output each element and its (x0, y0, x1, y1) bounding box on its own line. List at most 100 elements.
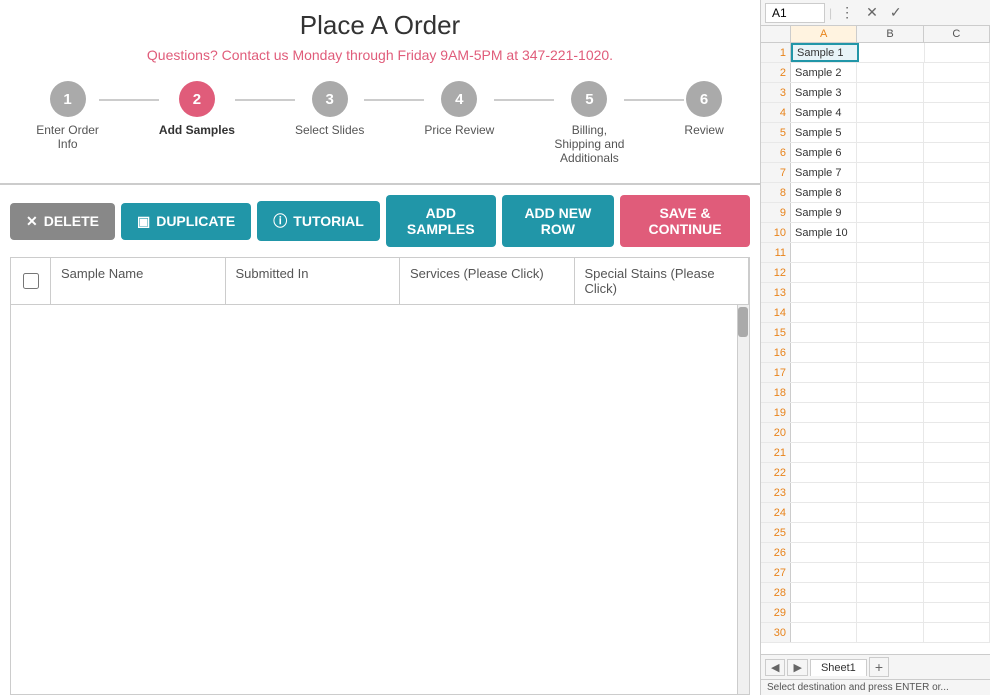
ss-cell-a[interactable]: Sample 8 (791, 183, 857, 202)
add-new-row-button[interactable]: ADD NEW ROW (502, 195, 614, 247)
ss-cell-b[interactable] (857, 563, 923, 582)
ss-cell-c[interactable] (924, 323, 990, 342)
save-continue-button[interactable]: SAVE & CONTINUE (620, 195, 750, 247)
ss-cell-b[interactable] (857, 343, 923, 362)
ss-cell-a[interactable] (791, 523, 857, 542)
tutorial-button[interactable]: ⓘ TUTORIAL (257, 201, 380, 241)
ss-cell-a[interactable]: Sample 3 (791, 83, 857, 102)
ss-cell-c[interactable] (924, 563, 990, 582)
ss-cell-c[interactable] (924, 123, 990, 142)
ss-cell-b[interactable] (857, 303, 923, 322)
ss-cell-b[interactable] (857, 603, 923, 622)
ss-cell-c[interactable] (924, 223, 990, 242)
ss-cell-a[interactable] (791, 383, 857, 402)
ss-cell-b[interactable] (859, 43, 924, 62)
col-header-b[interactable]: B (857, 26, 923, 42)
ss-cell-c[interactable] (924, 583, 990, 602)
ss-cell-a[interactable] (791, 563, 857, 582)
ss-cell-c[interactable] (924, 383, 990, 402)
ss-cell-c[interactable] (924, 183, 990, 202)
ss-cell-b[interactable] (857, 103, 923, 122)
col-header-a[interactable]: A (791, 26, 857, 42)
ss-cell-a[interactable]: Sample 10 (791, 223, 857, 242)
ss-cell-c[interactable] (924, 543, 990, 562)
ss-cell-b[interactable] (857, 163, 923, 182)
ss-cell-c[interactable] (924, 603, 990, 622)
ss-cell-a[interactable] (791, 323, 857, 342)
ss-cell-c[interactable] (924, 623, 990, 642)
ss-cell-a[interactable] (791, 363, 857, 382)
ss-cell-b[interactable] (857, 543, 923, 562)
ss-cell-b[interactable] (857, 83, 923, 102)
checkbox-header[interactable] (11, 258, 51, 304)
ss-cell-a[interactable]: Sample 6 (791, 143, 857, 162)
ss-cell-c[interactable] (924, 163, 990, 182)
ss-cell-b[interactable] (857, 423, 923, 442)
ss-cell-b[interactable] (857, 243, 923, 262)
ss-cell-a[interactable]: Sample 9 (791, 203, 857, 222)
ss-cell-a[interactable] (791, 583, 857, 602)
ss-next-sheet-button[interactable]: ▶ (787, 659, 807, 676)
ss-cell-a[interactable] (791, 403, 857, 422)
ss-cell-b[interactable] (857, 403, 923, 422)
ss-cell-b[interactable] (857, 623, 923, 642)
ss-cell-b[interactable] (857, 63, 923, 82)
add-samples-button[interactable]: ADD SAMPLES (386, 195, 496, 247)
ss-cell-c[interactable] (924, 63, 990, 82)
ss-cell-c[interactable] (924, 403, 990, 422)
ss-cell-b[interactable] (857, 503, 923, 522)
ss-cell-b[interactable] (857, 483, 923, 502)
ss-cell-c[interactable] (924, 423, 990, 442)
ss-add-sheet-button[interactable]: + (869, 657, 889, 677)
ss-cell-a[interactable] (791, 543, 857, 562)
ss-cell-b[interactable] (857, 143, 923, 162)
ss-cell-b[interactable] (857, 583, 923, 602)
ss-cell-c[interactable] (924, 363, 990, 382)
scrollbar-thumb[interactable] (738, 307, 748, 337)
ss-cell-b[interactable] (857, 443, 923, 462)
ss-cell-a[interactable] (791, 463, 857, 482)
ss-cell-c[interactable] (924, 463, 990, 482)
ss-cell-c[interactable] (924, 503, 990, 522)
delete-button[interactable]: ✕ DELETE (10, 203, 115, 240)
ss-cell-c[interactable] (924, 303, 990, 322)
select-all-checkbox[interactable] (23, 273, 39, 289)
ss-cell-c[interactable] (924, 483, 990, 502)
ss-close-button[interactable]: ✕ (862, 2, 882, 23)
ss-cell-a[interactable] (791, 423, 857, 442)
ss-menu-button[interactable]: ⋮ (836, 2, 858, 23)
ss-cell-a[interactable] (791, 343, 857, 362)
ss-cell-a[interactable] (791, 503, 857, 522)
ss-cell-b[interactable] (857, 203, 923, 222)
ss-cell-a[interactable] (791, 623, 857, 642)
ss-cell-c[interactable] (924, 203, 990, 222)
ss-cell-c[interactable] (924, 283, 990, 302)
ss-cell-a[interactable] (791, 603, 857, 622)
ss-cell-a[interactable] (791, 243, 857, 262)
ss-cell-a[interactable] (791, 443, 857, 462)
ss-cell-a[interactable] (791, 283, 857, 302)
ss-cell-a[interactable]: Sample 4 (791, 103, 857, 122)
col-header-c[interactable]: C (924, 26, 990, 42)
ss-cell-b[interactable] (857, 363, 923, 382)
ss-cell-c[interactable] (924, 83, 990, 102)
ss-cell-a[interactable] (791, 263, 857, 282)
ss-cell-b[interactable] (857, 523, 923, 542)
ss-cell-c[interactable] (924, 523, 990, 542)
ss-cell-c[interactable] (925, 43, 990, 62)
ss-cell-c[interactable] (924, 143, 990, 162)
ss-cell-b[interactable] (857, 383, 923, 402)
cell-reference-input[interactable] (765, 3, 825, 23)
ss-cell-a[interactable]: Sample 1 (791, 43, 859, 62)
ss-cell-b[interactable] (857, 323, 923, 342)
ss-sheet-tab[interactable]: Sheet1 (810, 659, 867, 676)
ss-cell-c[interactable] (924, 443, 990, 462)
ss-cell-a[interactable]: Sample 5 (791, 123, 857, 142)
scrollbar[interactable] (737, 305, 749, 694)
ss-cell-a[interactable] (791, 303, 857, 322)
ss-cell-c[interactable] (924, 263, 990, 282)
duplicate-button[interactable]: ▣ DUPLICATE (121, 203, 251, 240)
ss-cell-c[interactable] (924, 243, 990, 262)
ss-cell-a[interactable] (791, 483, 857, 502)
ss-cell-b[interactable] (857, 283, 923, 302)
